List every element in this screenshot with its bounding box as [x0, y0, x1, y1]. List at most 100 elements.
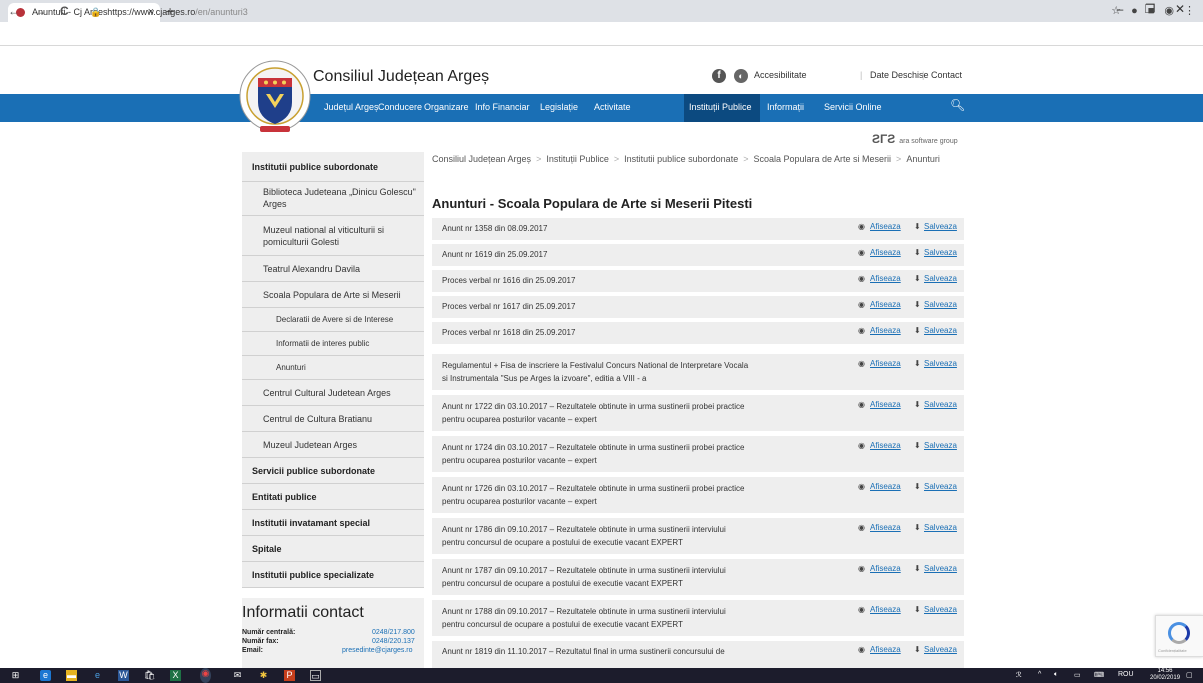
download-icon: ⬇ — [914, 482, 921, 491]
open-data-link[interactable]: Date Deschise — [870, 70, 929, 80]
contact-link[interactable]: Contact — [931, 70, 962, 80]
sidebar-subitem-declaratii[interactable]: Declaratii de Avere si de Interese — [242, 308, 424, 332]
county-coat-of-arms-logo[interactable] — [238, 52, 312, 144]
save-link[interactable]: Salveaza — [924, 326, 957, 335]
breadcrumb: Consiliul Județean Argeș > Instituții Publ… — [432, 154, 940, 164]
sidebar-item-scoala-populara[interactable]: Scoala Populara de Arte si Meserii — [242, 282, 424, 308]
view-link[interactable]: Afiseaza — [870, 441, 901, 450]
breadcrumb-item[interactable]: Institutii publice subordonate — [624, 154, 738, 164]
forward-icon[interactable]: → — [34, 4, 46, 18]
chrome-icon[interactable]: ◉ — [200, 668, 211, 683]
file-explorer-icon[interactable]: ▬ — [66, 670, 77, 681]
internet-explorer-icon[interactable]: e — [40, 670, 51, 681]
save-link[interactable]: Salveaza — [924, 482, 957, 491]
clock[interactable]: 14:56 20/02/2019 — [1150, 668, 1180, 682]
nav-activitate[interactable]: Activitate — [594, 102, 631, 112]
email-value[interactable]: presedinte@cjarges.ro — [342, 647, 413, 654]
recaptcha-badge[interactable]: Confidențialitate — [1155, 615, 1203, 657]
facebook-icon[interactable]: f — [712, 69, 726, 83]
save-link[interactable]: Salveaza — [924, 645, 957, 654]
sidebar-item-centrul-cultural[interactable]: Centrul Cultural Judetean Arges — [242, 380, 424, 406]
central-phone-value[interactable]: 0248/217.800 — [372, 629, 415, 636]
notifications-icon[interactable]: ▢ — [1186, 671, 1193, 679]
lock-icon: 🔒 — [90, 7, 102, 17]
view-link[interactable]: Afiseaza — [870, 482, 901, 491]
save-link[interactable]: Salveaza — [924, 222, 957, 231]
nav-servicii-online[interactable]: Servicii Online — [824, 102, 882, 112]
breadcrumb-item[interactable]: Instituții Publice — [546, 154, 609, 164]
url-field[interactable]: 🔒 https://www.cjarges.ro/en/anunturi3 — [90, 4, 1090, 20]
nav-conducere[interactable]: Conducere — [378, 102, 422, 112]
view-link[interactable]: Afiseaza — [870, 523, 901, 532]
view-link[interactable]: Afiseaza — [870, 274, 901, 283]
network-icon[interactable]: ▭ — [1074, 671, 1081, 679]
word-icon[interactable]: W — [118, 670, 129, 681]
extension-icon[interactable]: ● — [1131, 5, 1138, 17]
back-icon[interactable]: ← — [8, 4, 20, 18]
bookmark-star-icon[interactable]: ☆ — [1111, 5, 1121, 17]
mail-icon[interactable]: ✉ — [232, 670, 243, 681]
view-link[interactable]: Afiseaza — [870, 326, 901, 335]
view-link[interactable]: Afiseaza — [870, 564, 901, 573]
eye-icon: ◉ — [858, 523, 865, 532]
view-link[interactable]: Afiseaza — [870, 248, 901, 257]
menu-icon[interactable]: ⋮ — [1184, 5, 1195, 17]
paint-icon[interactable]: ✱ — [258, 670, 269, 681]
save-link[interactable]: Salveaza — [924, 274, 957, 283]
save-link[interactable]: Salveaza — [924, 300, 957, 309]
extension-icon[interactable]: ■ — [1148, 5, 1155, 17]
save-link[interactable]: Salveaza — [924, 400, 957, 409]
profile-icon[interactable]: ◉ — [1164, 5, 1174, 17]
view-link[interactable]: Afiseaza — [870, 605, 901, 614]
site-title[interactable]: Consiliul Județean Argeș — [313, 68, 489, 86]
view-link[interactable]: Afiseaza — [870, 222, 901, 231]
sidebar-category-institutii-subordonate[interactable]: Institutii publice subordonate — [242, 152, 424, 182]
sidebar-item-centrul-bratianu[interactable]: Centrul de Cultura Bratianu — [242, 406, 424, 432]
save-link[interactable]: Salveaza — [924, 248, 957, 257]
powerpoint-icon[interactable]: P — [284, 670, 295, 681]
search-icon[interactable]: 🔍︎ — [950, 98, 965, 112]
sidebar-category-invatamant-special[interactable]: Institutii invatamant special — [242, 510, 424, 536]
save-link[interactable]: Salveaza — [924, 441, 957, 450]
edge-browser-icon[interactable]: e — [92, 670, 103, 681]
nav-legislatie[interactable]: Legislație — [540, 102, 578, 112]
sidebar-subitem-informatii-publice[interactable]: Informatii de interes public — [242, 332, 424, 356]
sidebar-item-muzeul-judetean[interactable]: Muzeul Judetean Arges — [242, 432, 424, 458]
nav-info-financiar[interactable]: Info Financiar — [475, 102, 530, 112]
save-link[interactable]: Salveaza — [924, 564, 957, 573]
view-link[interactable]: Afiseaza — [870, 359, 901, 368]
windows-start-icon[interactable]: ⊞ — [10, 670, 21, 681]
reload-icon[interactable]: C — [60, 4, 69, 18]
sidebar-category-servicii-publice[interactable]: Servicii publice subordonate — [242, 458, 424, 484]
accessibility-icon[interactable]: ◐ — [734, 69, 748, 83]
volume-icon[interactable]: 🔈︎ — [1054, 671, 1058, 679]
sidebar-item-biblioteca[interactable]: Biblioteca Judeteana „Dinicu Golescu" Ar… — [242, 182, 424, 216]
nav-judetul-arges[interactable]: Județul Argeș — [324, 102, 379, 112]
sidebar-item-teatrul-davila[interactable]: Teatrul Alexandru Davila — [242, 256, 424, 282]
excel-icon[interactable]: X — [170, 670, 181, 681]
nav-organizare[interactable]: Organizare — [424, 102, 469, 112]
view-link[interactable]: Afiseaza — [870, 400, 901, 409]
save-link[interactable]: Salveaza — [924, 605, 957, 614]
breadcrumb-item[interactable]: Scoala Populara de Arte si Meserii — [753, 154, 891, 164]
view-link[interactable]: Afiseaza — [870, 645, 901, 654]
nav-institutii-publice[interactable]: Instituții Publice — [689, 102, 752, 112]
people-icon[interactable]: ℛ — [1016, 671, 1022, 679]
app-icon[interactable]: ▭ — [310, 670, 321, 681]
input-language[interactable]: ROU — [1118, 671, 1134, 678]
nav-informatii[interactable]: Informații — [767, 102, 804, 112]
sidebar-category-entitati-publice[interactable]: Entitati publice — [242, 484, 424, 510]
save-link[interactable]: Salveaza — [924, 359, 957, 368]
sidebar-category-spitale[interactable]: Spitale — [242, 536, 424, 562]
sidebar-category-institutii-specializate[interactable]: Institutii publice specializate — [242, 562, 424, 588]
partner-logo[interactable]: ƧΓƧ ara software group — [872, 132, 958, 146]
view-link[interactable]: Afiseaza — [870, 300, 901, 309]
store-icon[interactable]: 🛍︎ — [144, 670, 155, 681]
sidebar-subitem-anunturi[interactable]: Anunturi — [242, 356, 424, 380]
keyboard-icon[interactable]: ⌨ — [1094, 671, 1104, 679]
breadcrumb-item[interactable]: Consiliul Județean Argeș — [432, 154, 531, 164]
save-link[interactable]: Salveaza — [924, 523, 957, 532]
sidebar-item-muzeul-viticulturii[interactable]: Muzeul national al viticulturii si pomic… — [242, 216, 424, 256]
accessibility-link[interactable]: Accesibilitate — [754, 70, 807, 80]
show-hidden-icons-icon[interactable]: ^ — [1038, 671, 1041, 678]
